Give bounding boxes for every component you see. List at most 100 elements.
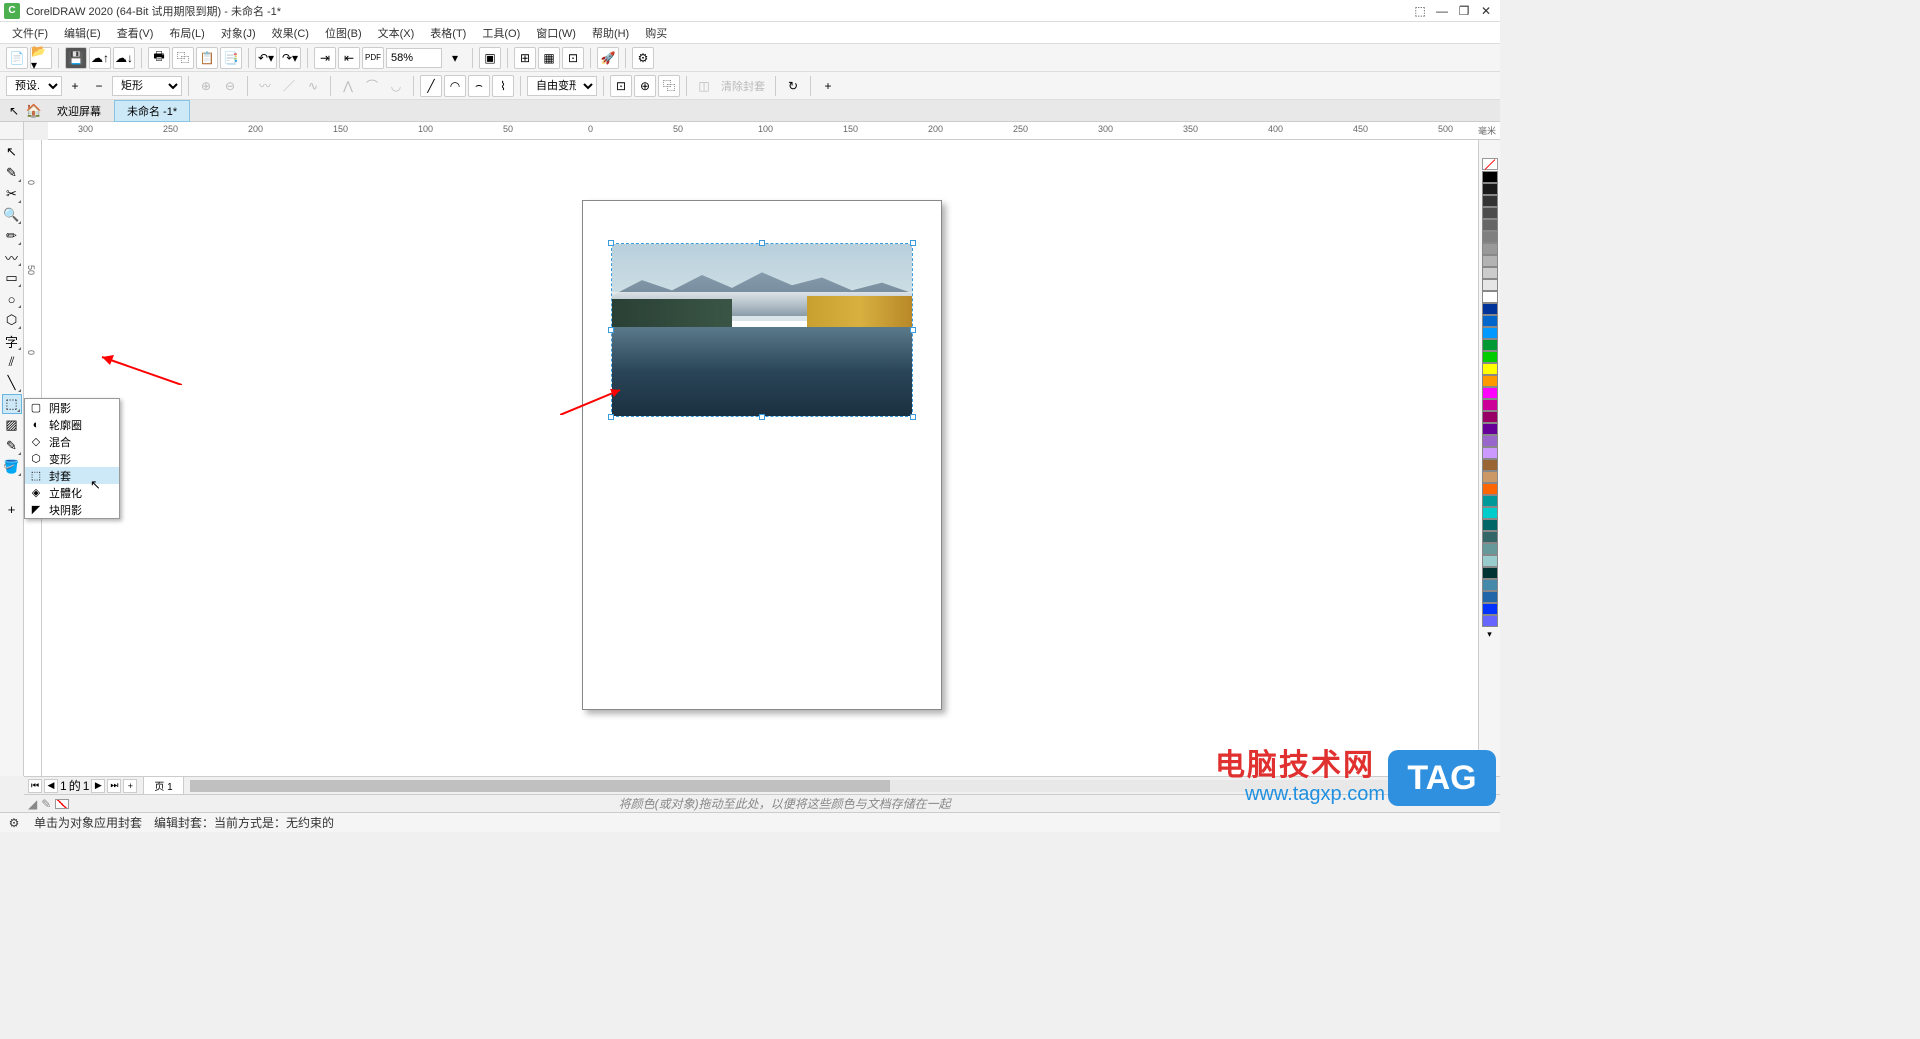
eyedropper-tool[interactable]: ✎ (2, 436, 22, 456)
color-swatch[interactable] (1482, 603, 1498, 615)
line-icon[interactable]: ／ (278, 75, 300, 97)
shape-select[interactable]: 矩形 (112, 76, 182, 96)
save-button[interactable]: 💾 (65, 47, 87, 69)
color-swatch[interactable] (1482, 435, 1498, 447)
flyout-item-阴影[interactable]: ▢阴影 (25, 399, 119, 416)
open-button[interactable]: 📂▾ (30, 47, 52, 69)
close-button[interactable]: ✕ (1476, 3, 1496, 19)
color-swatch[interactable] (1482, 195, 1498, 207)
handle-mid-right[interactable] (910, 327, 916, 333)
redo-button[interactable]: ↷▾ (279, 47, 301, 69)
color-swatch[interactable] (1482, 327, 1498, 339)
menu-window[interactable]: 窗口(W) (528, 23, 584, 43)
color-swatch[interactable] (1482, 267, 1498, 279)
menu-effects[interactable]: 效果(C) (264, 23, 317, 43)
color-swatch[interactable] (1482, 255, 1498, 267)
no-color-swatch[interactable] (1482, 158, 1498, 170)
add-new-icon[interactable]: ⊕ (634, 75, 656, 97)
clipboard-button[interactable]: 📑 (220, 47, 242, 69)
add-icon[interactable]: + (817, 75, 839, 97)
color-swatch[interactable] (1482, 543, 1498, 555)
horizontal-ruler[interactable]: 300 250 200 150 100 50 0 50 100 150 200 … (48, 122, 1500, 140)
color-swatch[interactable] (1482, 351, 1498, 363)
prev-page-button[interactable]: ◀ (44, 779, 58, 793)
copy-button[interactable]: ⿻ (172, 47, 194, 69)
menu-buy[interactable]: 购买 (637, 23, 675, 43)
undo-button[interactable]: ↶▾ (255, 47, 277, 69)
color-swatch[interactable] (1482, 375, 1498, 387)
color-swatch[interactable] (1482, 171, 1498, 183)
effects-tool[interactable]: ⬚ (2, 394, 22, 414)
maximize-doc-icon[interactable]: ⬚ (1410, 3, 1430, 19)
zoom-input[interactable] (386, 48, 442, 68)
create-from-icon[interactable]: ◫ (693, 75, 715, 97)
transparency-tool[interactable]: ▨ (2, 415, 22, 435)
bezier-icon[interactable]: ∿ (302, 75, 324, 97)
refresh-icon[interactable]: ↻ (782, 75, 804, 97)
keep-lines-icon[interactable]: ⊡ (610, 75, 632, 97)
curve-icon[interactable]: 〰 (254, 75, 276, 97)
mode-free-icon[interactable]: ⌇ (492, 75, 514, 97)
color-swatch[interactable] (1482, 219, 1498, 231)
text-tool[interactable]: 字 (2, 331, 22, 351)
color-swatch[interactable] (1482, 519, 1498, 531)
no-outline-indicator[interactable] (1484, 140, 1498, 154)
ellipse-tool[interactable]: ○ (2, 289, 22, 309)
node-add-icon[interactable]: ⊕ (195, 75, 217, 97)
connector-tool[interactable]: ╲ (2, 373, 22, 393)
color-swatch[interactable] (1482, 567, 1498, 579)
preset-select[interactable]: 预设... (6, 76, 62, 96)
polygon-tool[interactable]: ⬡ (2, 310, 22, 330)
options-button[interactable]: ⚙ (632, 47, 654, 69)
snap-button[interactable]: ⊞ (514, 47, 536, 69)
menu-layout[interactable]: 布局(L) (161, 23, 212, 43)
handle-top-left[interactable] (608, 240, 614, 246)
ruler-origin[interactable] (0, 122, 24, 140)
page-tab[interactable]: 页 1 (143, 776, 183, 795)
handle-bot-left[interactable] (608, 414, 614, 420)
crop-tool[interactable]: ✂ (2, 184, 22, 204)
menu-edit[interactable]: 编辑(E) (56, 23, 109, 43)
color-swatch[interactable] (1482, 279, 1498, 291)
flyout-item-立體化[interactable]: ◈立體化 (25, 484, 119, 501)
add-page-button[interactable]: + (123, 779, 137, 793)
handle-bot-right[interactable] (910, 414, 916, 420)
mode-arc-icon[interactable]: ◠ (444, 75, 466, 97)
shape-tool[interactable]: ✎ (2, 163, 22, 183)
menu-file[interactable]: 文件(F) (4, 23, 56, 43)
selected-image-object[interactable] (611, 243, 913, 417)
menu-text[interactable]: 文本(X) (370, 23, 423, 43)
paste-button[interactable]: 📋 (196, 47, 218, 69)
settings-icon[interactable]: ⚙ (6, 815, 22, 831)
import-button[interactable]: ⇥ (314, 47, 336, 69)
add-preset-button[interactable]: + (64, 75, 86, 97)
add-tool-button[interactable]: + (2, 499, 22, 519)
pick-tool[interactable]: ↖ (2, 142, 22, 162)
zoom-tool[interactable]: 🔍 (2, 205, 22, 225)
color-swatch[interactable] (1482, 339, 1498, 351)
color-swatch[interactable] (1482, 591, 1498, 603)
flyout-item-变形[interactable]: ⬡变形 (25, 450, 119, 467)
color-swatch[interactable] (1482, 315, 1498, 327)
color-swatch[interactable] (1482, 243, 1498, 255)
home-icon[interactable]: 🏠 (24, 102, 44, 120)
remove-preset-button[interactable]: − (88, 75, 110, 97)
cusp-icon[interactable]: ⋀ (337, 75, 359, 97)
artistic-tool[interactable]: 〰 (2, 247, 22, 267)
mode-line-icon[interactable]: ╱ (420, 75, 442, 97)
handle-bot-mid[interactable] (759, 414, 765, 420)
color-swatch[interactable] (1482, 531, 1498, 543)
smooth-icon[interactable]: ⌒ (361, 75, 383, 97)
color-swatch[interactable] (1482, 555, 1498, 567)
flyout-item-封套[interactable]: ⬚封套 (25, 467, 119, 484)
flyout-item-轮廓圈[interactable]: ◐轮廓圈 (25, 416, 119, 433)
cloud-down-button[interactable]: ☁↓ (113, 47, 135, 69)
color-swatch[interactable] (1482, 507, 1498, 519)
doc-palette-none[interactable] (55, 799, 69, 809)
hscroll-thumb[interactable] (190, 780, 890, 792)
color-swatch[interactable] (1482, 495, 1498, 507)
color-swatch[interactable] (1482, 183, 1498, 195)
menu-bitmaps[interactable]: 位图(B) (317, 23, 370, 43)
handle-top-right[interactable] (910, 240, 916, 246)
color-swatch[interactable] (1482, 363, 1498, 375)
